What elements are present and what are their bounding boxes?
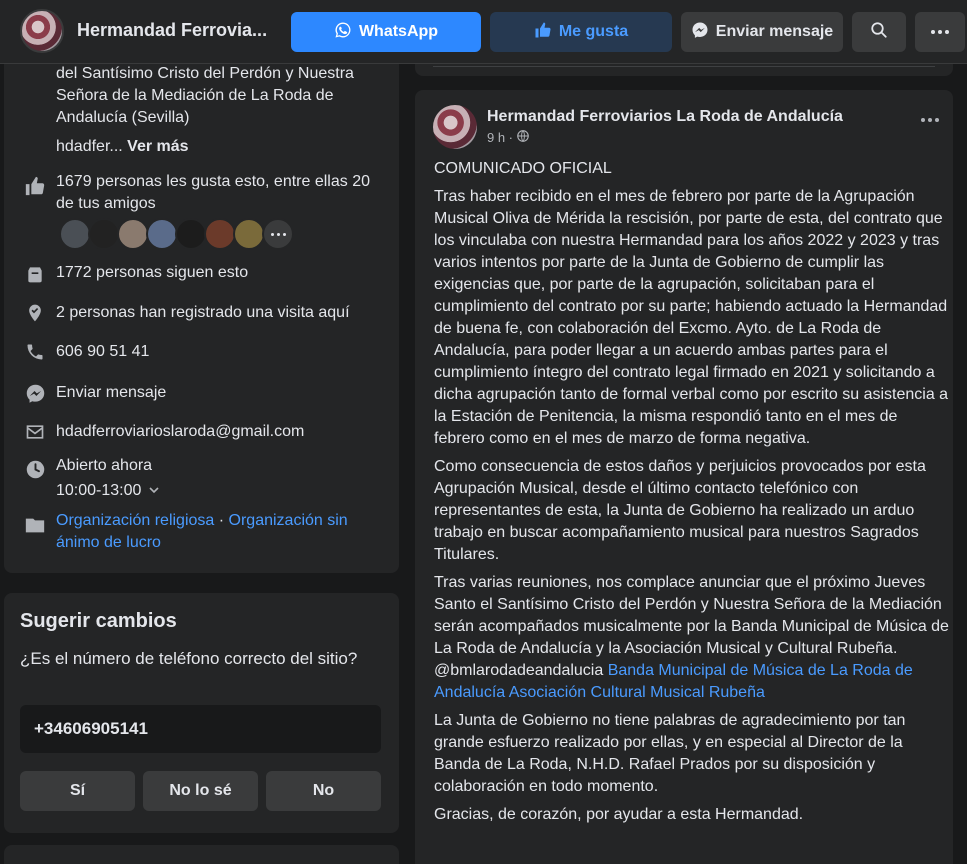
no-button[interactable]: No bbox=[266, 771, 381, 811]
category-icon bbox=[24, 514, 46, 536]
suggest-changes-card: Sugerir cambios ¿Es el número de teléfon… bbox=[4, 593, 399, 833]
post-meta: 9 h · bbox=[487, 130, 529, 145]
post-paragraph: La Junta de Gobierno no tiene palabras d… bbox=[434, 712, 906, 795]
dont-know-button[interactable]: No lo sé bbox=[143, 771, 258, 811]
open-status: Abierto ahora bbox=[56, 457, 153, 474]
messenger-icon bbox=[691, 21, 709, 44]
followers-count: 1772 personas siguen esto bbox=[56, 264, 249, 281]
search-button[interactable] bbox=[852, 12, 906, 52]
friend-avatar[interactable] bbox=[204, 218, 236, 250]
friend-avatar[interactable] bbox=[117, 218, 149, 250]
divider bbox=[433, 66, 935, 67]
post-author[interactable]: Hermandad Ferroviarios La Roda de Andalu… bbox=[487, 108, 843, 126]
page-avatar[interactable] bbox=[20, 9, 64, 53]
likes-count[interactable]: 1679 personas les gusta esto, entre ella… bbox=[56, 171, 386, 215]
whatsapp-label: WhatsApp bbox=[358, 23, 439, 40]
email-icon bbox=[24, 421, 46, 443]
clock-icon bbox=[24, 458, 46, 480]
post-paragraph: Tras haber recibido en el mes de febrero… bbox=[434, 188, 949, 447]
friend-avatars bbox=[59, 218, 294, 250]
send-message-button[interactable]: Enviar mensaje bbox=[681, 12, 843, 52]
post-options-button[interactable] bbox=[921, 118, 939, 122]
whatsapp-icon bbox=[334, 21, 352, 44]
more-dots-icon bbox=[921, 118, 939, 122]
page-header-bar: Hermandad Ferrovia... WhatsApp Me gusta … bbox=[0, 0, 967, 64]
whatsapp-button[interactable]: WhatsApp bbox=[291, 12, 481, 52]
checkins-count: 2 personas han registrado una visita aqu… bbox=[56, 304, 350, 321]
suggest-question: ¿Es el número de teléfono correcto del s… bbox=[20, 649, 358, 668]
phone-number[interactable]: 606 90 51 41 bbox=[56, 341, 149, 363]
page-description: del Santísimo Cristo del Perdón y Nuestr… bbox=[56, 65, 354, 126]
page-name[interactable]: Hermandad Ferrovia... bbox=[77, 20, 267, 41]
post-paragraph: Tras varias reuniones, nos complace anun… bbox=[434, 572, 949, 704]
post-author-avatar[interactable] bbox=[433, 105, 477, 149]
post-card: Hermandad Ferroviarios La Roda de Andalu… bbox=[415, 90, 953, 864]
see-more-link[interactable]: Ver más bbox=[127, 138, 188, 155]
friend-avatar[interactable] bbox=[175, 218, 207, 250]
globe-icon bbox=[517, 130, 529, 145]
categories: Organización religiosa · Organización si… bbox=[56, 510, 376, 554]
yes-button[interactable]: Sí bbox=[20, 771, 135, 811]
about-card: del Santísimo Cristo del Perdón y Nuestr… bbox=[4, 40, 399, 573]
send-message-label: Enviar mensaje bbox=[715, 23, 834, 40]
handle-line: hdadfer... Ver más bbox=[56, 136, 189, 158]
phone-icon bbox=[24, 341, 46, 363]
like-label: Me gusta bbox=[558, 23, 629, 40]
search-icon bbox=[870, 21, 888, 44]
association-page-link[interactable]: Asociación Cultural Musical Rubeña bbox=[509, 684, 765, 701]
more-dots-icon bbox=[931, 30, 949, 34]
page-handle: hdadfer... bbox=[56, 138, 123, 155]
friend-avatar[interactable] bbox=[233, 218, 265, 250]
hours-value: 10:00-13:00 bbox=[56, 482, 142, 499]
friend-avatar[interactable] bbox=[146, 218, 178, 250]
friend-avatar[interactable] bbox=[59, 218, 91, 250]
suggest-title: Sugerir cambios bbox=[20, 610, 177, 632]
messenger-icon bbox=[24, 382, 46, 404]
more-dots-icon bbox=[270, 232, 286, 236]
thumbs-up-icon bbox=[534, 21, 552, 44]
like-button[interactable]: Me gusta bbox=[490, 12, 672, 52]
send-message-link[interactable]: Enviar mensaje bbox=[56, 382, 166, 404]
more-options-button[interactable] bbox=[915, 12, 965, 52]
category-separator: · bbox=[214, 512, 229, 529]
post-paragraph: Gracias, de corazón, por ayudar a esta H… bbox=[434, 806, 804, 823]
suggested-phone-field: +34606905141 bbox=[20, 705, 381, 753]
category-religious-link[interactable]: Organización religiosa bbox=[56, 512, 214, 529]
location-pin-icon bbox=[24, 302, 46, 324]
email-link[interactable]: hdadferroviarioslaroda@gmail.com bbox=[56, 421, 304, 443]
post-heading: COMUNICADO OFICIAL bbox=[434, 160, 612, 177]
post-paragraph: Como consecuencia de estos daños y perju… bbox=[434, 458, 926, 563]
thumbs-up-icon bbox=[24, 175, 46, 197]
hours-dropdown[interactable]: 10:00-13:00 bbox=[56, 480, 159, 502]
post-body: COMUNICADO OFICIAL Tras haber recibido e… bbox=[434, 158, 949, 832]
post-timestamp[interactable]: 9 h · bbox=[487, 130, 513, 145]
more-friends-button[interactable] bbox=[262, 218, 294, 250]
friend-avatar[interactable] bbox=[88, 218, 120, 250]
followers-icon bbox=[24, 263, 46, 285]
next-card bbox=[4, 845, 399, 864]
chevron-down-icon bbox=[149, 480, 159, 502]
